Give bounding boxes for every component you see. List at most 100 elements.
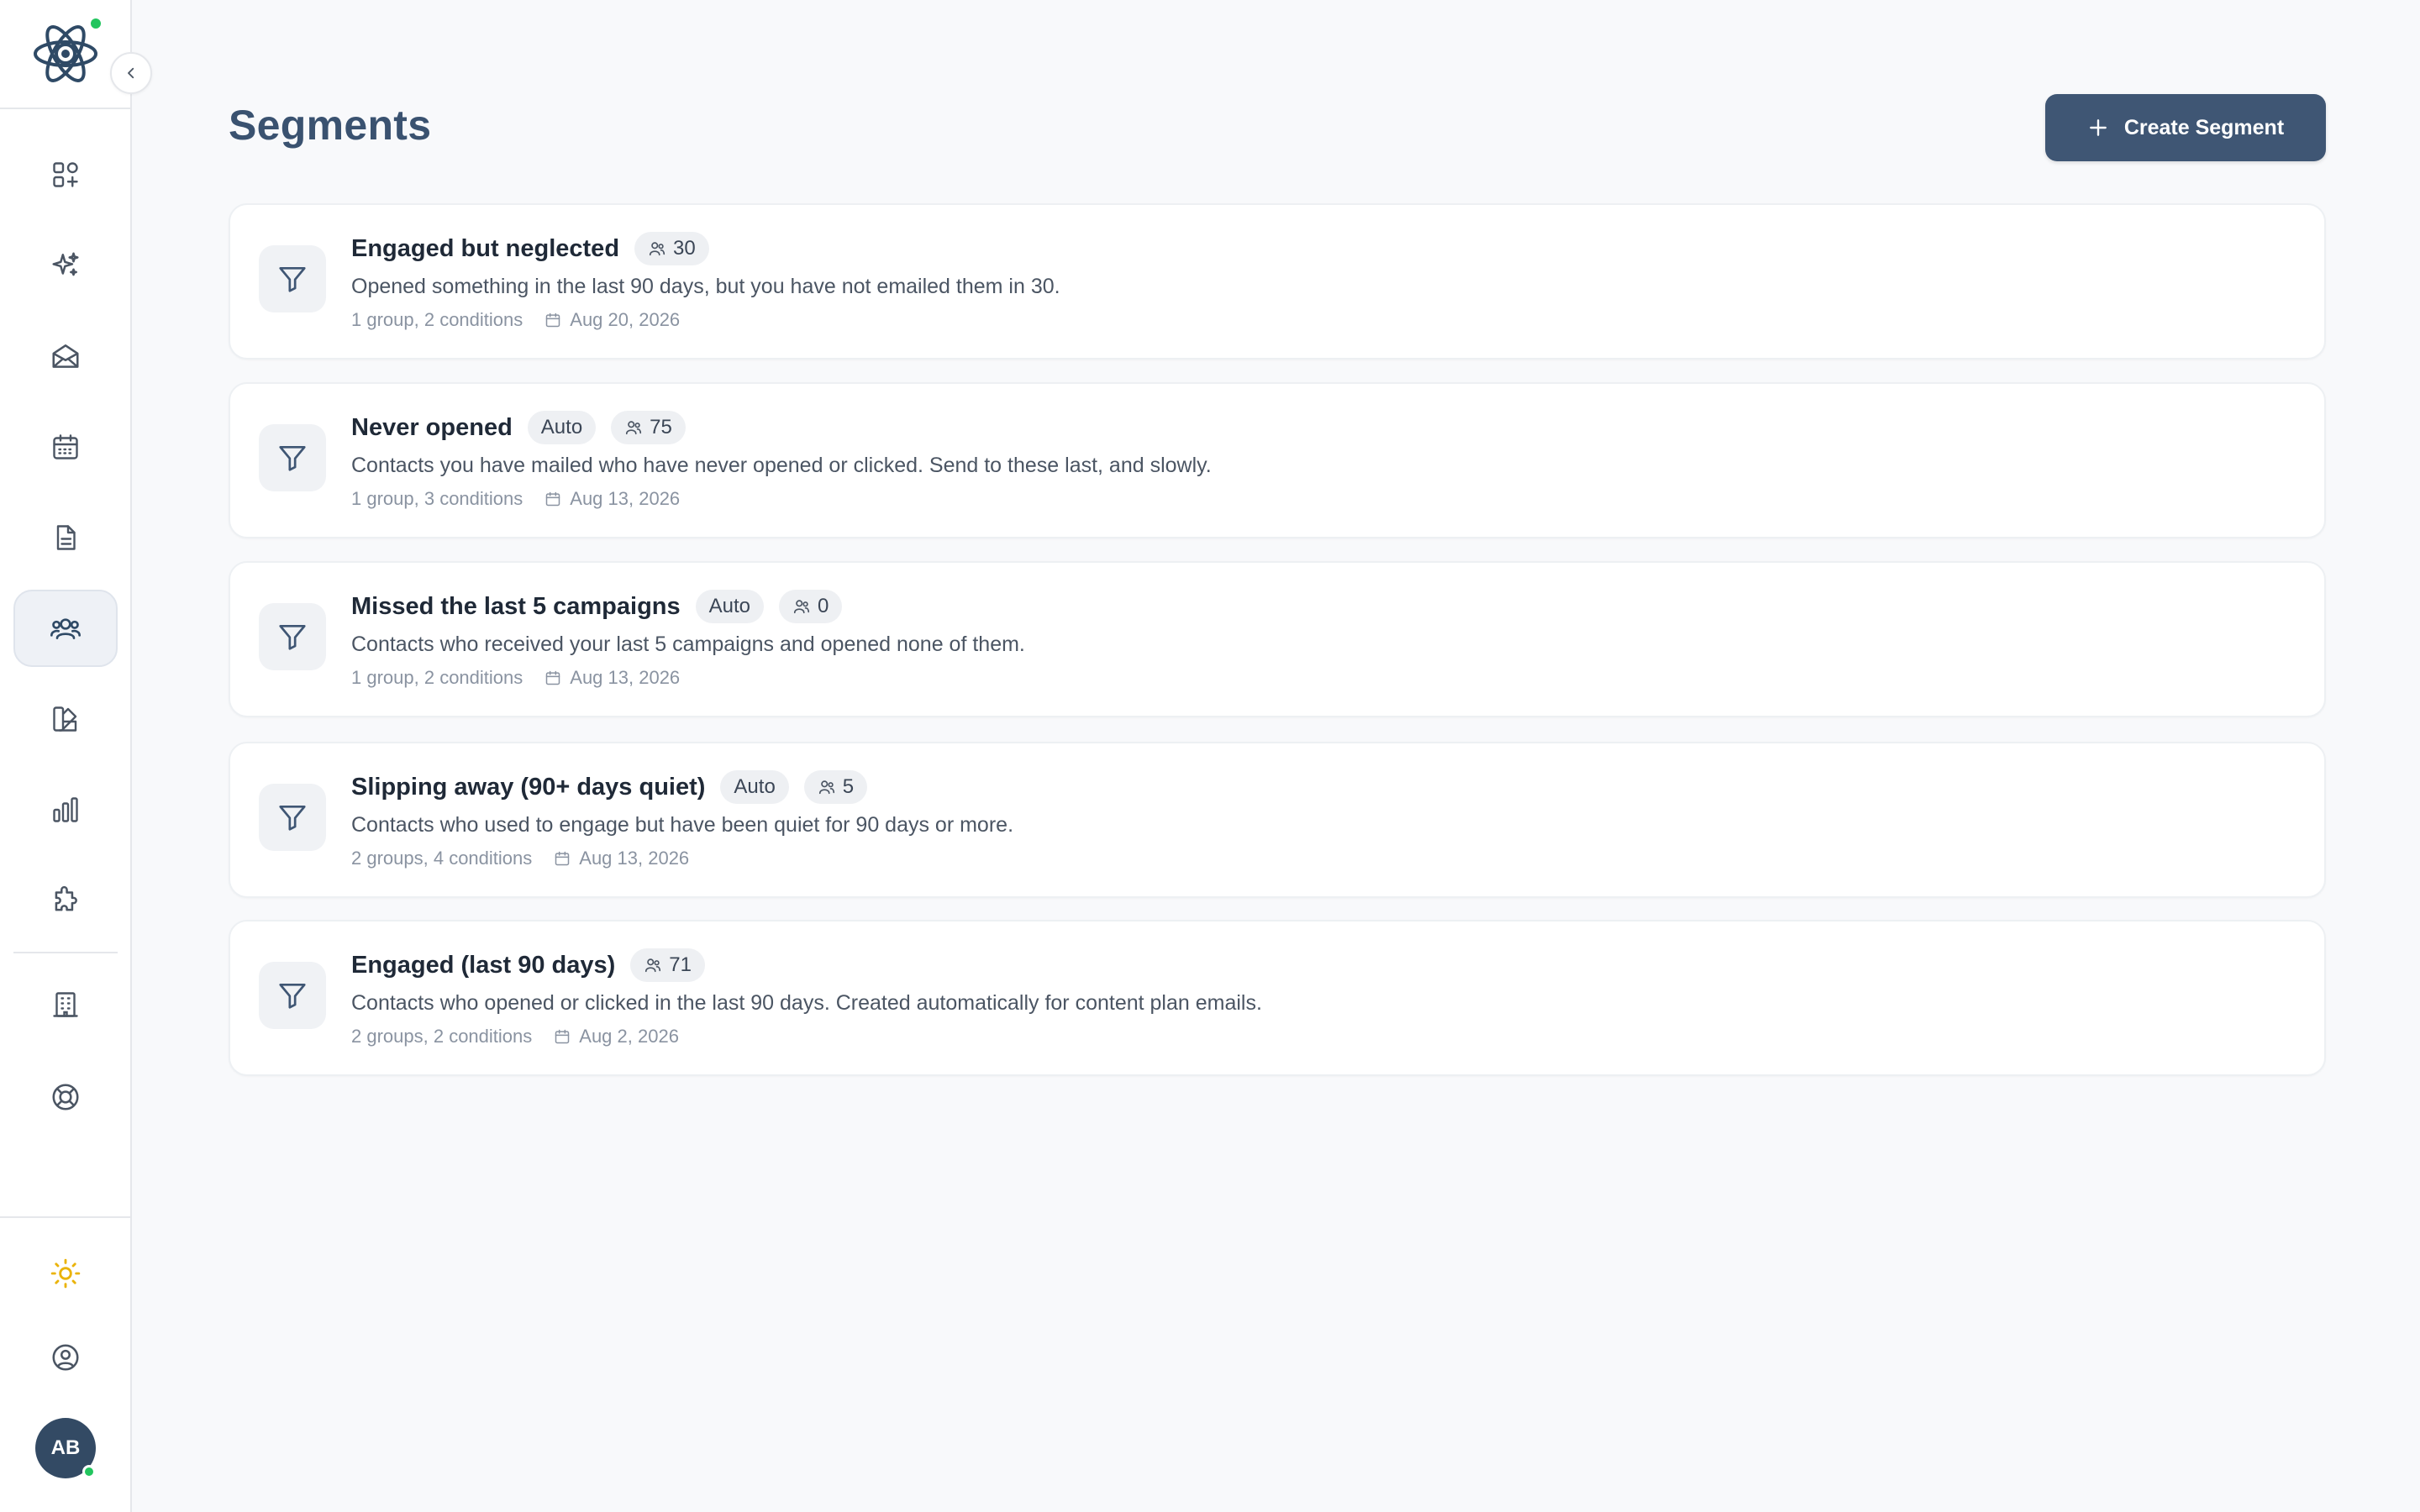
page-title: Segments <box>229 102 432 149</box>
atom-logo-icon[interactable] <box>30 18 101 89</box>
segment-conditions: 1 group, 2 conditions <box>351 309 523 330</box>
contact-count: 30 <box>673 237 696 260</box>
segment-name[interactable]: Never opened <box>351 414 513 442</box>
nav-design[interactable] <box>13 680 118 758</box>
segment-name[interactable]: Engaged (last 90 days) <box>351 952 615 979</box>
create-segment-button[interactable]: Create Segment <box>2045 94 2326 161</box>
segment-date: Aug 13, 2026 <box>544 488 680 510</box>
segment-icon-box <box>259 784 326 851</box>
nav-dashboard[interactable] <box>13 136 118 213</box>
filter-funnel-icon <box>279 983 306 1009</box>
nav-help[interactable] <box>13 1058 118 1136</box>
segment-title-row: Never opened Auto 75 <box>351 411 2291 444</box>
segment-name[interactable]: Engaged but neglected <box>351 235 619 263</box>
nav-documents[interactable] <box>13 499 118 576</box>
logo-area <box>0 0 132 109</box>
users-icon <box>50 618 81 639</box>
segment-date-text: Aug 13, 2026 <box>579 848 690 869</box>
segment-title-row: Missed the last 5 campaigns Auto 0 <box>351 590 2291 623</box>
calendar-icon <box>555 1029 570 1044</box>
segment-title-row: Engaged but neglected 30 <box>351 232 2291 265</box>
segment-body: Never opened Auto 75 Contacts you have m… <box>351 411 2291 510</box>
segment-icon-box <box>259 245 326 312</box>
segment-conditions: 2 groups, 2 conditions <box>351 1026 533 1047</box>
users-icon <box>626 421 642 435</box>
segment-body: Engaged but neglected 30 Opened somethin… <box>351 232 2291 331</box>
segment-date-text: Aug 2, 2026 <box>579 1026 679 1047</box>
nav-integrations[interactable] <box>13 862 118 939</box>
contact-count: 0 <box>818 595 829 617</box>
segment-description: Contacts who received your last 5 campai… <box>351 633 1025 656</box>
building-icon <box>53 992 78 1017</box>
contact-count-badge: 0 <box>779 590 843 623</box>
apps-grid-plus-icon <box>53 162 78 187</box>
contact-count: 71 <box>669 953 692 976</box>
segment-name[interactable]: Missed the last 5 campaigns <box>351 593 681 621</box>
sidebar-bottom-divider <box>0 1216 132 1218</box>
filter-funnel-icon <box>279 445 306 471</box>
segment-date-text: Aug 20, 2026 <box>570 309 681 330</box>
user-circle-icon <box>52 1344 79 1371</box>
auto-badge: Auto <box>695 590 765 623</box>
nav-organization[interactable] <box>13 966 118 1043</box>
segment-description: Contacts who used to engage but have bee… <box>351 813 1014 837</box>
calendar-icon <box>53 434 78 459</box>
segment-icon-box <box>259 424 326 491</box>
segment-conditions: 1 group, 2 conditions <box>351 667 523 688</box>
sun-icon <box>50 1258 81 1289</box>
segment-title-row: Engaged (last 90 days) 71 <box>351 948 2291 982</box>
create-segment-label: Create Segment <box>2123 115 2285 139</box>
segment-description: Contacts who opened or clicked in the la… <box>351 991 1262 1015</box>
segment-name[interactable]: Slipping away (90+ days quiet) <box>351 774 705 801</box>
segment-meta: 1 group, 3 conditions Aug 13, 2026 <box>351 488 2291 510</box>
avatar-online-dot <box>82 1465 96 1478</box>
segment-card[interactable]: Slipping away (90+ days quiet) Auto 5 Co… <box>229 742 2326 898</box>
nav-inbox[interactable] <box>13 318 118 395</box>
calendar-icon <box>546 670 560 685</box>
nav-ai[interactable] <box>13 227 118 304</box>
swatch-palette-icon <box>53 706 77 732</box>
segment-title-row: Slipping away (90+ days quiet) Auto 5 <box>351 770 2291 804</box>
segment-icon-box <box>259 962 326 1029</box>
segment-body: Slipping away (90+ days quiet) Auto 5 Co… <box>351 770 2291 869</box>
auto-badge: Auto <box>527 411 597 444</box>
contact-count-badge: 75 <box>611 411 686 444</box>
calendar-icon <box>546 312 560 328</box>
collapse-sidebar-button[interactable] <box>110 52 152 94</box>
segment-card[interactable]: Never opened Auto 75 Contacts you have m… <box>229 382 2326 538</box>
plus-icon <box>2089 119 2107 136</box>
contact-count-badge: 71 <box>630 948 705 982</box>
contact-count-badge: 30 <box>634 232 709 265</box>
segment-meta: 2 groups, 2 conditions Aug 2, 2026 <box>351 1026 2291 1047</box>
segment-date: Aug 13, 2026 <box>554 848 689 869</box>
sparkles-icon <box>52 252 79 276</box>
segment-card[interactable]: Missed the last 5 campaigns Auto 0 Conta… <box>229 561 2326 717</box>
nav-divider <box>13 952 118 953</box>
segment-card[interactable]: Engaged but neglected 30 Opened somethin… <box>229 203 2326 360</box>
calendar-icon <box>555 851 570 866</box>
theme-toggle[interactable] <box>13 1235 118 1312</box>
contact-count: 5 <box>842 775 855 798</box>
filter-funnel-icon <box>279 266 306 292</box>
nav-calendar[interactable] <box>13 408 118 486</box>
filter-funnel-icon <box>279 624 306 650</box>
nav-analytics[interactable] <box>13 771 118 848</box>
segment-icon-box <box>259 603 326 670</box>
segment-description: Opened something in the last 90 days, bu… <box>351 275 1060 298</box>
segment-body: Missed the last 5 campaigns Auto 0 Conta… <box>351 590 2291 689</box>
sidebar: AB <box>0 0 152 1512</box>
segment-conditions: 2 groups, 4 conditions <box>351 848 533 869</box>
segment-card[interactable]: Engaged (last 90 days) 71 Contacts who o… <box>229 920 2326 1076</box>
segment-meta: 1 group, 2 conditions Aug 20, 2026 <box>351 309 2291 331</box>
bar-chart-icon <box>53 797 78 822</box>
segment-date-text: Aug 13, 2026 <box>570 488 681 509</box>
users-icon <box>793 600 810 614</box>
account-button[interactable] <box>13 1319 118 1396</box>
segment-meta: 1 group, 2 conditions Aug 13, 2026 <box>351 667 2291 689</box>
envelope-open-icon <box>52 344 79 368</box>
auto-badge: Auto <box>720 770 789 804</box>
nav-contacts[interactable] <box>13 590 118 667</box>
chevron-left-icon <box>128 67 134 79</box>
document-icon <box>56 525 76 550</box>
online-status-dot <box>89 17 103 30</box>
